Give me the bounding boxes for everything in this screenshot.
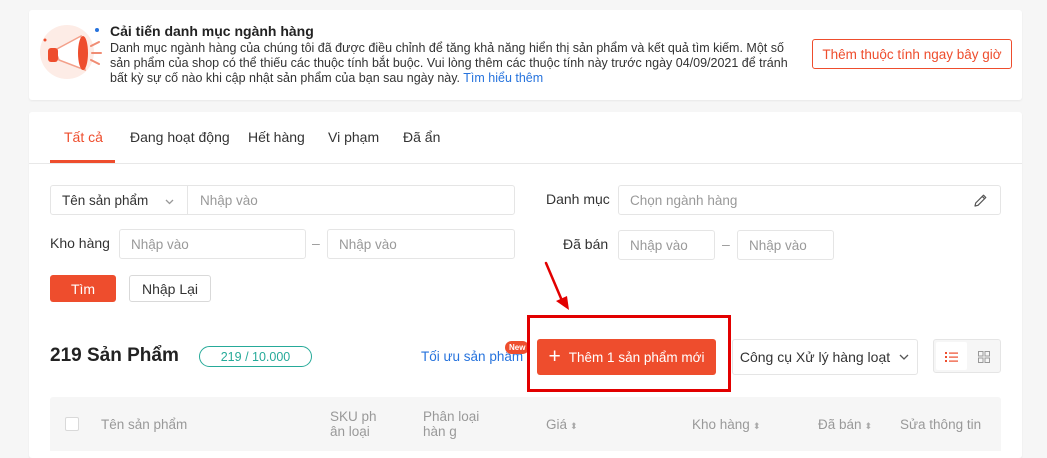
list-view-button[interactable] bbox=[936, 342, 967, 370]
stock-range-separator: – bbox=[312, 235, 320, 251]
product-count-title: 219 Sản Phẩm bbox=[50, 345, 179, 366]
product-quota-badge: 219 / 10.000 bbox=[199, 346, 312, 367]
column-header-stock[interactable]: Kho hàng ⬍ bbox=[692, 417, 760, 434]
product-table-header: Tên sản phẩm SKU ph ân loại Phân loại hà… bbox=[50, 397, 1001, 451]
product-list-panel: Tất cả Đang hoạt động Hết hàng Vi phạm Đ… bbox=[29, 112, 1022, 458]
chevron-down-icon bbox=[898, 351, 910, 363]
new-badge: New bbox=[505, 341, 530, 354]
sold-max-input[interactable]: Nhập vào bbox=[737, 230, 834, 260]
sort-icon: ⬍ bbox=[570, 421, 578, 431]
tab-violation[interactable]: Vi phạm bbox=[328, 129, 379, 145]
list-view-icon bbox=[945, 350, 958, 368]
tab-active[interactable]: Đang hoạt động bbox=[130, 129, 230, 145]
product-name-input[interactable]: Nhập vào bbox=[189, 186, 514, 214]
category-placeholder: Chọn ngành hàng bbox=[630, 193, 738, 208]
chevron-down-icon bbox=[164, 194, 175, 212]
column-header-sold[interactable]: Đã bán ⬍ bbox=[818, 417, 872, 434]
search-field-select[interactable]: Tên sản phẩm bbox=[51, 186, 188, 214]
grid-view-button[interactable] bbox=[969, 342, 1000, 370]
add-attributes-now-button[interactable]: Thêm thuộc tính ngay bây giờ bbox=[812, 39, 1012, 69]
stock-header-label: Kho hàng bbox=[692, 417, 750, 432]
tab-hidden[interactable]: Đã ẩn bbox=[403, 129, 440, 145]
status-tabs: Tất cả Đang hoạt động Hết hàng Vi phạm Đ… bbox=[29, 112, 1022, 164]
sold-min-input[interactable]: Nhập vào bbox=[618, 230, 715, 260]
plus-icon: + bbox=[548, 345, 561, 368]
category-improvement-banner: Cải tiến danh mục ngành hàng Danh mục ng… bbox=[29, 10, 1022, 100]
stock-min-input[interactable]: Nhập vào bbox=[119, 229, 306, 259]
sold-header-label: Đã bán bbox=[818, 417, 862, 432]
category-label: Danh mục bbox=[546, 191, 610, 207]
column-header-sku: SKU ph ân loại bbox=[330, 409, 377, 439]
view-toggle bbox=[933, 339, 1001, 373]
banner-message: Danh mục ngành hàng của chúng tôi đã đượ… bbox=[110, 41, 800, 86]
search-field-select-value: Tên sản phẩm bbox=[62, 193, 149, 208]
stock-max-input[interactable]: Nhập vào bbox=[327, 229, 515, 259]
product-name-search-group: Tên sản phẩm Nhập vào bbox=[50, 185, 515, 215]
column-header-edit: Sửa thông tin bbox=[900, 417, 982, 432]
banner-text: Danh mục ngành hàng của chúng tôi đã đượ… bbox=[110, 41, 788, 85]
stock-label: Kho hàng bbox=[50, 235, 110, 251]
stock-max-placeholder: Nhập vào bbox=[339, 237, 397, 252]
add-new-product-label: Thêm 1 sản phẩm mới bbox=[568, 349, 705, 365]
category-select[interactable]: Chọn ngành hàng bbox=[618, 185, 1001, 215]
sold-max-placeholder: Nhập vào bbox=[749, 238, 807, 253]
sort-icon: ⬍ bbox=[752, 421, 761, 431]
reset-button[interactable]: Nhập Lại bbox=[129, 275, 211, 302]
search-button[interactable]: Tìm bbox=[50, 275, 116, 302]
column-header-variation: Phân loại hàn g bbox=[423, 409, 480, 439]
select-all-checkbox[interactable] bbox=[65, 417, 79, 431]
arrow-annotation-icon bbox=[544, 261, 569, 310]
bulk-tools-label: Công cụ Xử lý hàng loạt bbox=[739, 349, 891, 365]
learn-more-link[interactable]: Tìm hiểu thêm bbox=[463, 71, 543, 85]
active-tab-indicator bbox=[50, 160, 115, 163]
product-name-placeholder: Nhập vào bbox=[200, 193, 258, 208]
column-header-name: Tên sản phẩm bbox=[101, 417, 188, 432]
bulk-tools-dropdown[interactable]: Công cụ Xử lý hàng loạt bbox=[732, 339, 918, 375]
pencil-icon bbox=[973, 193, 988, 213]
sold-label: Đã bán bbox=[563, 236, 609, 252]
tab-all[interactable]: Tất cả bbox=[64, 129, 103, 145]
megaphone-icon bbox=[37, 20, 109, 82]
column-header-price[interactable]: Giá ⬍ bbox=[546, 417, 578, 434]
sort-icon: ⬍ bbox=[864, 421, 873, 431]
sold-min-placeholder: Nhập vào bbox=[630, 238, 688, 253]
price-header-label: Giá bbox=[546, 417, 568, 432]
tab-out-of-stock[interactable]: Hết hàng bbox=[248, 129, 305, 145]
banner-title: Cải tiến danh mục ngành hàng bbox=[110, 23, 314, 39]
grid-view-icon bbox=[978, 350, 990, 368]
stock-min-placeholder: Nhập vào bbox=[131, 237, 189, 252]
add-new-product-button[interactable]: + Thêm 1 sản phẩm mới bbox=[537, 339, 716, 375]
sold-range-separator: – bbox=[722, 236, 730, 252]
